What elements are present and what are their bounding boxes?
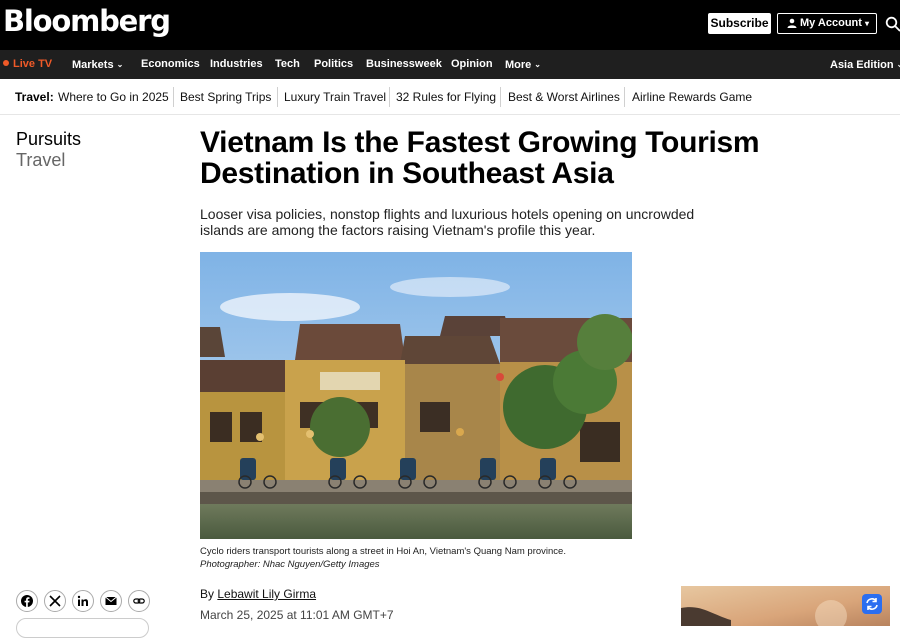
travel-strip-label: Travel: — [15, 90, 54, 104]
travel-link[interactable]: Best Spring Trips — [180, 90, 271, 104]
photo-credit: Photographer: Nhac Nguyen/Getty Images — [200, 559, 380, 570]
nav-item-label: Markets — [72, 59, 114, 71]
article-dek: Looser visa policies, nonstop flights an… — [200, 206, 695, 238]
share-x-button[interactable] — [44, 590, 66, 612]
main-nav: Live TV Markets ⌄ Economics Industries Te… — [0, 50, 900, 79]
travel-link[interactable]: Where to Go in 2025 — [58, 90, 169, 104]
nav-item-label: Asia Edition — [830, 59, 894, 71]
caret-down-icon: ▾ — [864, 19, 869, 28]
nav-item-tech[interactable]: Tech — [275, 50, 300, 79]
sunset-photo — [681, 586, 890, 626]
live-dot-icon — [3, 60, 9, 66]
nav-item-live-tv[interactable]: Live TV — [3, 50, 52, 79]
divider — [277, 87, 278, 107]
hoi-an-street-photo — [200, 252, 632, 539]
travel-link[interactable]: Luxury Train Travel — [284, 90, 386, 104]
travel-strip: Travel: Where to Go in 2025 Best Spring … — [0, 79, 900, 115]
gift-article-button[interactable] — [16, 618, 149, 638]
share-linkedin-button[interactable] — [72, 590, 94, 612]
divider — [624, 87, 625, 107]
x-icon — [49, 595, 61, 607]
search-icon[interactable] — [885, 16, 900, 32]
nav-item-industries[interactable]: Industries — [210, 50, 263, 79]
travel-link[interactable]: 32 Rules for Flying — [396, 90, 496, 104]
nav-item-economics[interactable]: Economics — [141, 50, 200, 79]
facebook-icon — [21, 595, 33, 607]
my-account-button[interactable]: My Account ▾ — [777, 13, 877, 34]
publish-date: March 25, 2025 at 11:01 AM GMT+7 — [200, 608, 394, 622]
nav-item-asia-edition[interactable]: Asia Edition ⌄ — [830, 50, 900, 79]
hero-image — [200, 252, 632, 539]
travel-link[interactable]: Airline Rewards Game — [632, 90, 752, 104]
refresh-button[interactable] — [862, 594, 882, 614]
caption-text: Cyclo riders transport tourists along a … — [200, 546, 566, 557]
subscribe-button[interactable]: Subscribe — [708, 13, 771, 34]
travel-link[interactable]: Best & Worst Airlines — [508, 90, 620, 104]
byline: By Lebawit Lily Girma — [200, 587, 316, 601]
email-icon — [105, 596, 117, 605]
nav-item-label: More — [505, 59, 532, 71]
my-account-label: My Account — [800, 17, 862, 29]
image-caption: Cyclo riders transport tourists along a … — [200, 545, 580, 571]
nav-item-businessweek[interactable]: Businessweek — [366, 50, 442, 79]
article-headline: Vietnam Is the Fastest Growing Tourism D… — [200, 126, 760, 190]
link-icon — [133, 598, 145, 604]
share-facebook-button[interactable] — [16, 590, 38, 612]
chevron-down-icon: ⌄ — [534, 60, 541, 69]
top-bar: Bloomberg Subscribe My Account ▾ — [0, 0, 900, 50]
divider — [389, 87, 390, 107]
subsection-label[interactable]: Travel — [16, 150, 65, 171]
nav-item-opinion[interactable]: Opinion — [451, 50, 493, 79]
section-label[interactable]: Pursuits — [16, 129, 81, 150]
nav-item-markets[interactable]: Markets ⌄ — [72, 50, 123, 79]
author-link[interactable]: Lebawit Lily Girma — [217, 587, 316, 601]
nav-item-label: Live TV — [13, 58, 53, 70]
nav-item-more[interactable]: More ⌄ — [505, 50, 541, 79]
user-icon — [787, 18, 797, 28]
byline-prefix: By — [200, 587, 215, 601]
divider — [173, 87, 174, 107]
share-link-button[interactable] — [128, 590, 150, 612]
refresh-icon — [866, 598, 878, 610]
chevron-down-icon: ⌄ — [116, 60, 124, 69]
share-email-button[interactable] — [100, 590, 122, 612]
divider — [500, 87, 501, 107]
linkedin-icon — [77, 595, 88, 606]
nav-item-politics[interactable]: Politics — [314, 50, 353, 79]
bloomberg-logo[interactable]: Bloomberg — [3, 4, 171, 38]
chevron-down-icon: ⌄ — [896, 60, 900, 69]
promo-image[interactable] — [681, 586, 890, 626]
